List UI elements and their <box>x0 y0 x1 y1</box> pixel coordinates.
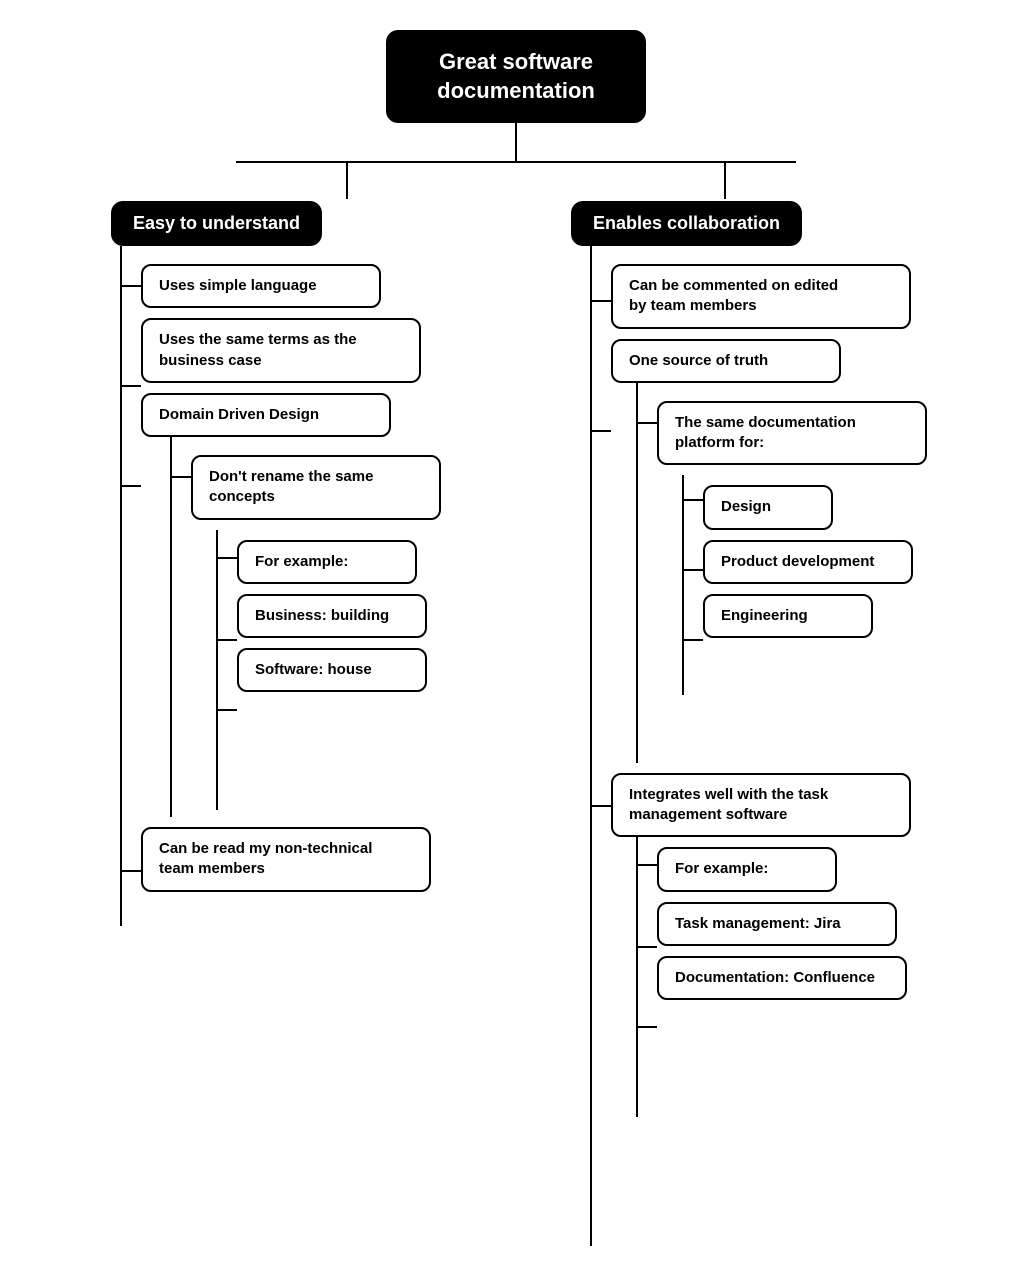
same-doc-platform-node: The same documentationplatform for: <box>657 401 927 466</box>
one-source-subtree: One source of truth The same documentati… <box>611 339 927 763</box>
domain-driven-node: Domain Driven Design <box>141 393 391 437</box>
dont-rename-node: Don't rename the sameconcepts <box>191 455 441 520</box>
right-items: Can be commented on editedby team member… <box>611 246 927 1246</box>
integrates-subtree: Integrates well with the taskmanagement … <box>611 773 927 1118</box>
one-source-node: One source of truth <box>611 339 841 383</box>
root-connector <box>515 123 517 161</box>
doc-confluence-node: Documentation: Confluence <box>657 956 907 1000</box>
platform-subtree: Design Product development Engineering <box>657 475 927 695</box>
same-doc-items: The same documentationplatform for: <box>657 383 927 763</box>
can-be-read-node: Can be read my non-technicalteam members <box>141 827 431 892</box>
for-example-left-items: For example: Business: building Software… <box>237 530 427 810</box>
software-house-node: Software: house <box>237 648 427 692</box>
easy-to-understand-node: Easy to understand <box>111 201 322 246</box>
left-branch: Easy to understand <box>61 201 491 926</box>
left-branch-tree: Uses simple language Uses the same terms… <box>61 246 491 926</box>
for-example-left-node: For example: <box>237 540 417 584</box>
for-example-right-items: For example: Task management: Jira Docum… <box>657 837 907 1117</box>
can-be-commented-node: Can be commented on editedby team member… <box>611 264 911 329</box>
uses-same-terms-node: Uses the same terms as thebusiness case <box>141 318 421 383</box>
dont-rename-tree: Don't rename the sameconcepts <box>141 437 441 817</box>
dont-rename-bracket <box>141 437 191 817</box>
right-branch: Enables collaboration Can be commented o… <box>541 201 971 1246</box>
integrates-well-node: Integrates well with the taskmanagement … <box>611 773 911 838</box>
platform-items: Design Product development Engineering <box>703 475 913 695</box>
enables-collaboration-node: Enables collaboration <box>571 201 802 246</box>
for-example-left-tree: For example: Business: building Software… <box>191 530 441 810</box>
design-node: Design <box>703 485 833 529</box>
engineering-node: Engineering <box>703 594 873 638</box>
task-mgmt-jira-node: Task management: Jira <box>657 902 897 946</box>
for-example-right-bracket <box>611 837 657 1117</box>
same-doc-tree: The same documentationplatform for: <box>611 383 927 763</box>
left-items: Uses simple language Uses the same terms… <box>141 246 441 926</box>
dont-rename-items: Don't rename the sameconcepts <box>191 437 441 817</box>
right-bracket-svg <box>541 246 611 1246</box>
for-example-left-bracket <box>191 530 237 810</box>
left-bracket-svg <box>61 246 141 926</box>
business-building-node: Business: building <box>237 594 427 638</box>
uses-simple-node: Uses simple language <box>141 264 381 308</box>
horizontal-branch-line <box>236 161 796 163</box>
for-example-right-node: For example: <box>657 847 837 891</box>
platform-bracket <box>657 475 703 695</box>
same-doc-bracket <box>611 383 657 763</box>
mind-map-diagram: Great software documentation Easy to und… <box>20 30 1012 1246</box>
root-node: Great software documentation <box>386 30 646 123</box>
for-example-right-tree: For example: Task management: Jira Docum… <box>611 837 927 1117</box>
domain-driven-subtree: Domain Driven Design Don't rename the sa… <box>141 393 441 817</box>
right-branch-tree: Can be commented on editedby team member… <box>541 246 971 1246</box>
product-dev-node: Product development <box>703 540 913 584</box>
